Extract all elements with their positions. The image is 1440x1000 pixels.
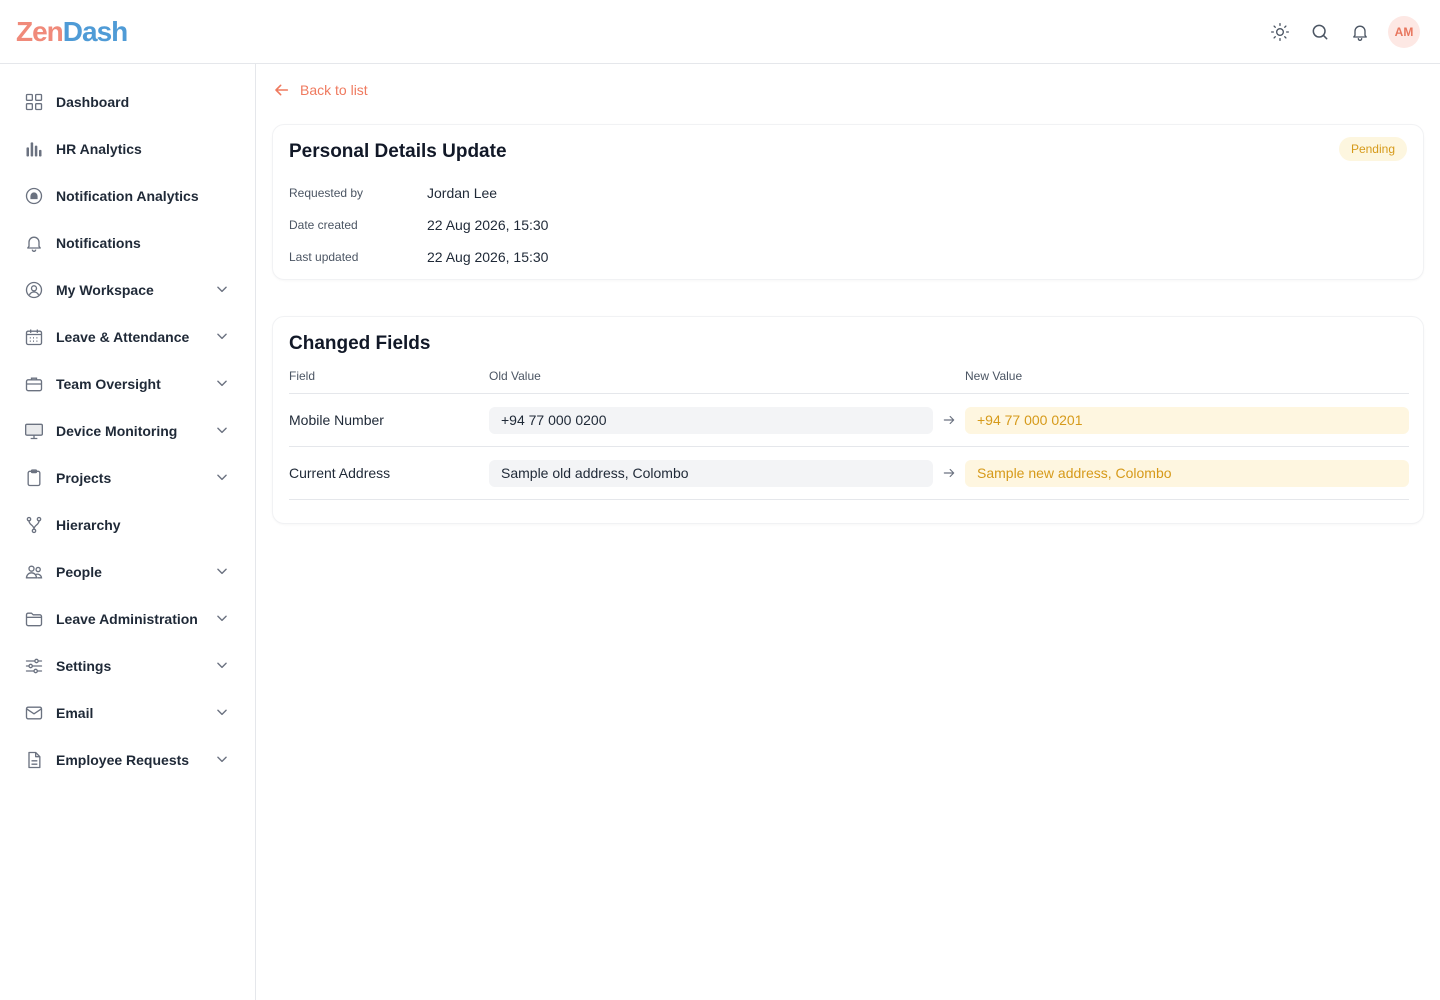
chevron-down-icon[interactable] — [215, 564, 229, 578]
sidebar-item-projects[interactable]: Projects — [0, 454, 255, 501]
chevron-down-icon[interactable] — [215, 282, 229, 296]
meta-value: 22 Aug 2026, 15:30 — [427, 249, 549, 265]
folder-icon — [24, 609, 44, 629]
app-logo[interactable]: ZenDash — [16, 16, 128, 48]
sidebar-item-label: Team Oversight — [56, 375, 161, 392]
meta-label: Last updated — [289, 250, 359, 264]
sidebar-item-leave-attendance[interactable]: Leave & Attendance — [0, 313, 255, 360]
sidebar: Dashboard HR Analytics Notification Anal… — [0, 64, 256, 1000]
sidebar-item-email[interactable]: Email — [0, 689, 255, 736]
column-header-old-value: Old Value — [489, 369, 541, 383]
chevron-down-icon[interactable] — [215, 705, 229, 719]
sidebar-item-label: My Workspace — [56, 281, 154, 298]
changed-fields-card: Changed Fields Field Old Value New Value… — [272, 316, 1424, 524]
arrow-left-icon — [274, 82, 290, 98]
table-row: Current Address Sample old address, Colo… — [289, 447, 1409, 500]
meta-last-updated: Last updated 22 Aug 2026, 15:30 — [289, 249, 548, 265]
sidebar-item-device-monitoring[interactable]: Device Monitoring — [0, 407, 255, 454]
bell-circle-icon — [24, 186, 44, 206]
top-header: ZenDash AM — [0, 0, 1440, 64]
chevron-down-icon[interactable] — [215, 752, 229, 766]
request-title: Personal Details Update — [289, 141, 507, 162]
chevron-down-icon[interactable] — [215, 376, 229, 390]
sidebar-item-notification-analytics[interactable]: Notification Analytics — [0, 172, 255, 219]
column-header-field: Field — [289, 369, 316, 383]
new-value: Sample new address, Colombo — [965, 460, 1409, 487]
arrow-right-icon — [942, 466, 956, 480]
sidebar-item-label: Employee Requests — [56, 751, 190, 768]
back-link-label: Back to list — [300, 82, 368, 98]
sidebar-item-label: Hierarchy — [56, 516, 121, 533]
meta-date-created: Date created 22 Aug 2026, 15:30 — [289, 217, 548, 233]
sidebar-item-people[interactable]: People — [0, 548, 255, 595]
sidebar-item-settings[interactable]: Settings — [0, 642, 255, 689]
field-name: Mobile Number — [289, 412, 384, 428]
column-header-new-value: New Value — [965, 369, 1023, 383]
chevron-down-icon[interactable] — [215, 329, 229, 343]
meta-label: Date created — [289, 218, 358, 232]
search-icon[interactable] — [1308, 20, 1332, 44]
sidebar-item-label: Projects — [56, 469, 112, 486]
sidebar-item-my-workspace[interactable]: My Workspace — [0, 266, 255, 313]
calendar-icon — [24, 327, 44, 347]
chevron-down-icon[interactable] — [215, 611, 229, 625]
section-title: Changed Fields — [289, 333, 431, 354]
chevron-down-icon[interactable] — [215, 423, 229, 437]
chevron-down-icon[interactable] — [215, 658, 229, 672]
header-actions: AM — [1252, 16, 1420, 48]
main-content: Back to list Personal Details Update Pen… — [256, 64, 1440, 1000]
meta-label: Requested by — [289, 186, 364, 200]
sidebar-item-label: Device Monitoring — [56, 422, 178, 439]
sidebar-item-dashboard[interactable]: Dashboard — [0, 78, 255, 125]
sidebar-item-label: Leave & Attendance — [56, 328, 190, 345]
sidebar-item-team-oversight[interactable]: Team Oversight — [0, 360, 255, 407]
sidebar-item-label: People — [56, 563, 102, 580]
sidebar-item-hierarchy[interactable]: Hierarchy — [0, 501, 255, 548]
bell-icon — [24, 233, 44, 253]
sidebar-item-hr-analytics[interactable]: HR Analytics — [0, 125, 255, 172]
sliders-icon — [24, 656, 44, 676]
meta-value: Jordan Lee — [427, 185, 498, 201]
bar-chart-icon — [24, 139, 44, 159]
document-icon — [24, 750, 44, 770]
old-value: Sample old address, Colombo — [489, 460, 933, 487]
notifications-bell-icon[interactable] — [1348, 20, 1372, 44]
people-icon — [24, 562, 44, 582]
sidebar-item-employee-requests[interactable]: Employee Requests — [0, 736, 255, 783]
arrow-right-icon — [942, 413, 956, 427]
sidebar-item-label: Leave Administration — [56, 610, 198, 627]
status-badge: Pending — [1338, 137, 1407, 161]
chevron-down-icon[interactable] — [215, 470, 229, 484]
sidebar-item-label: Settings — [56, 657, 112, 674]
field-name: Current Address — [289, 465, 391, 481]
new-value: +94 77 000 0201 — [965, 407, 1409, 434]
old-value: +94 77 000 0200 — [489, 407, 933, 434]
briefcase-icon — [24, 374, 44, 394]
sidebar-item-label: Email — [56, 704, 94, 721]
user-circle-icon — [24, 280, 44, 300]
request-details-card: Personal Details Update Pending Requeste… — [272, 124, 1424, 280]
mail-icon — [24, 703, 44, 723]
sidebar-item-leave-administration[interactable]: Leave Administration — [0, 595, 255, 642]
clipboard-icon — [24, 468, 44, 488]
theme-toggle-sun-icon[interactable] — [1268, 20, 1292, 44]
monitor-icon — [24, 421, 44, 441]
sidebar-item-label: Notifications — [56, 234, 141, 251]
sidebar-item-label: Dashboard — [56, 93, 130, 110]
meta-requested-by: Requested by Jordan Lee — [289, 185, 497, 201]
table-row: Mobile Number +94 77 000 0200 +94 77 000… — [289, 394, 1409, 447]
meta-value: 22 Aug 2026, 15:30 — [427, 217, 549, 233]
sidebar-item-label: HR Analytics — [56, 140, 142, 157]
grid-icon — [24, 92, 44, 112]
sidebar-item-label: Notification Analytics — [56, 187, 199, 204]
hierarchy-icon — [24, 515, 44, 535]
user-avatar[interactable]: AM — [1388, 16, 1420, 48]
sidebar-item-notifications[interactable]: Notifications — [0, 219, 255, 266]
back-to-list-link[interactable]: Back to list — [274, 82, 368, 98]
